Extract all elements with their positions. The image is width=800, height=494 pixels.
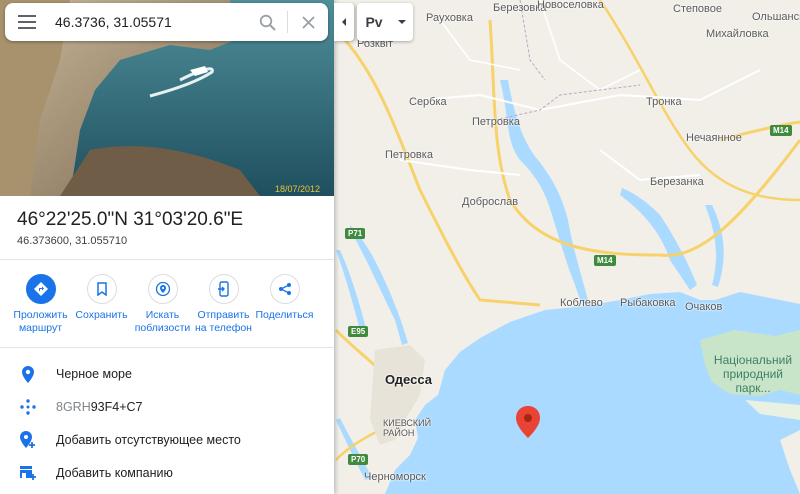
chevron-left-icon	[342, 18, 346, 26]
divider	[0, 347, 334, 348]
directions-icon	[25, 274, 56, 304]
photo-date: 18/07/2012	[274, 184, 320, 194]
send-to-phone-label: Отправить на телефон	[195, 309, 252, 334]
layer-dropdown-button[interactable]	[391, 3, 413, 41]
share-icon	[269, 274, 300, 304]
map-label-ochakov: Очаков	[685, 301, 723, 313]
map-label-dobroslav: Доброслав	[462, 196, 519, 208]
search-box	[5, 3, 328, 41]
map-label-odessa: Одесса	[385, 372, 432, 387]
collapse-panel-button[interactable]	[334, 3, 354, 41]
save-label: Сохранить	[75, 309, 128, 321]
map-label-koblevo: Коблево	[560, 297, 603, 309]
menu-icon	[18, 15, 36, 29]
search-input[interactable]	[49, 7, 247, 37]
map-label-olshanskoe: Ольшанское	[752, 11, 800, 23]
bookmark-icon	[86, 274, 117, 304]
map-label-petrovka-2: Петровка	[385, 149, 433, 161]
map-label-berezanka: Березанка	[650, 176, 704, 188]
search-button[interactable]	[247, 3, 287, 41]
road-shield-m14-2: M14	[594, 255, 616, 266]
menu-button[interactable]	[5, 3, 49, 41]
map-label-raukhovka: Рауховка	[426, 12, 473, 24]
nearby-icon	[147, 274, 178, 304]
plus-code-prefix: 8GRH	[56, 400, 91, 414]
map-label-petrovka-1: Петровка	[472, 116, 520, 128]
add-business-row[interactable]: Добавить компанию	[0, 457, 334, 489]
place-title: 46°22'25.0"N 31°03'20.6"E	[17, 209, 244, 230]
add-place-label: Добавить отсутствующее место	[56, 433, 241, 447]
directions-label: Проложить маршрут	[13, 309, 68, 334]
road-shield-p70: P70	[348, 454, 369, 465]
share-label: Поделиться	[255, 309, 314, 321]
map-label-tronka: Тронка	[646, 96, 682, 108]
add-location-icon	[0, 431, 56, 449]
location-row[interactable]: Черное море	[0, 358, 334, 390]
location-name: Черное море	[56, 367, 132, 381]
search-nearby-button[interactable]: Искать поблизости	[132, 274, 193, 340]
search-icon	[259, 14, 276, 31]
add-place-row[interactable]: Добавить отсутствующее место	[0, 424, 334, 456]
layer-control: Рv	[357, 3, 413, 41]
save-button[interactable]: Сохранить	[71, 274, 132, 340]
search-nearby-label: Искать поблизости	[134, 309, 191, 334]
plus-code-rest: 93F4+C7	[90, 400, 143, 414]
plus-code-row[interactable]: 8GRH93F4+C7	[0, 391, 334, 423]
close-icon	[301, 15, 315, 29]
add-business-label: Добавить компанию	[56, 466, 173, 480]
clear-search-button[interactable]	[288, 3, 328, 41]
map-label-serbka: Сербка	[409, 96, 447, 108]
map-label-chernomorsk: Черноморск	[364, 471, 426, 483]
plus-code: 8GRH93F4+C7	[56, 400, 143, 414]
road-shield-m14: M14	[770, 125, 792, 136]
map-label-mikhaylovka: Михайловка	[706, 28, 769, 40]
map-label-rybakovka: Рыбаковка	[620, 297, 676, 309]
share-button[interactable]: Поделиться	[254, 274, 315, 340]
send-to-phone-button[interactable]: Отправить на телефон	[193, 274, 254, 340]
divider	[0, 259, 334, 260]
layer-button[interactable]: Рv	[357, 3, 391, 41]
action-bar: Проложить маршрут Сохранить Искать побли…	[10, 274, 326, 340]
road-shield-e95: E95	[348, 326, 369, 337]
send-to-phone-icon	[208, 274, 239, 304]
road-shield-p71: P71	[345, 228, 366, 239]
map-label-stepovoe: Степовое	[673, 3, 723, 15]
map-label-kievsky-district: КИЕВСКИЙ РАЙОН	[383, 418, 432, 438]
directions-button[interactable]: Проложить маршрут	[10, 274, 71, 340]
place-decimal-coords: 46.373600, 31.055710	[17, 235, 128, 247]
place-panel: 18/07/2012 46°22'25.0"N 31°03'20.6"E 46.…	[0, 0, 334, 494]
map-label-nechayannoe: Нечаянное	[686, 132, 742, 144]
place-marker-icon	[0, 365, 56, 383]
map-label-novoselovka: Новоселовка	[537, 0, 604, 11]
plus-code-icon	[0, 398, 56, 416]
caret-down-icon	[398, 20, 406, 24]
add-business-icon	[0, 465, 56, 481]
map-label-national-park: Національний природний парк...	[713, 353, 793, 395]
